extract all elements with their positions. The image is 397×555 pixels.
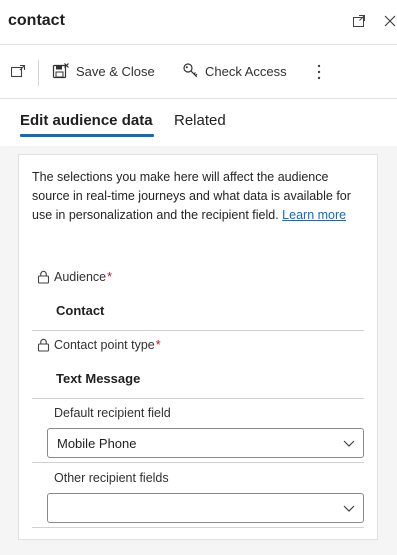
title-divider [0, 44, 397, 45]
tab-related[interactable]: Related [174, 112, 226, 129]
learn-more-link[interactable]: Learn more [282, 208, 346, 222]
toolbar-divider [0, 98, 397, 99]
other-recipients-label: Other recipient fields [54, 471, 169, 485]
tab-edit-audience-data[interactable]: Edit audience data [20, 112, 153, 129]
check-access-icon [183, 63, 198, 78]
default-recipient-select[interactable]: Mobile Phone [47, 428, 364, 458]
save-close-label: Save & Close [76, 63, 155, 79]
audience-label-text: Audience [54, 270, 107, 284]
tab-list: Edit audience data Related [0, 104, 397, 144]
audience-value: Contact [56, 303, 105, 318]
field-divider [32, 527, 364, 528]
description-text: The selections you make here will affect… [32, 168, 366, 225]
save-close-button[interactable]: Save & Close [52, 62, 155, 80]
contact-point-type-label: Contact point type * [37, 338, 161, 352]
required-mark: * [107, 270, 112, 284]
open-record-icon[interactable] [11, 64, 32, 78]
default-recipient-value: Mobile Phone [57, 436, 137, 451]
active-tab-indicator [20, 134, 154, 137]
default-recipient-label: Default recipient field [54, 406, 171, 420]
check-access-button[interactable]: Check Access [181, 62, 287, 80]
toolbar-separator [38, 60, 39, 86]
expand-icon[interactable] [352, 14, 368, 30]
title-bar: contact [0, 0, 397, 44]
audience-label: Audience * [37, 270, 112, 284]
field-divider [32, 462, 364, 463]
window-title: contact [8, 12, 65, 29]
lock-icon [37, 338, 50, 352]
required-mark: * [155, 338, 161, 352]
more-vertical-icon[interactable] [316, 63, 328, 81]
chevron-down-icon [343, 440, 355, 447]
chevron-down-icon [343, 505, 355, 512]
contact-point-type-label-text: Contact point type [54, 338, 155, 352]
contact-point-type-value: Text Message [56, 371, 141, 386]
lock-icon [37, 270, 50, 284]
save-close-icon [52, 63, 69, 79]
check-access-label: Check Access [205, 63, 287, 79]
other-recipients-select[interactable] [47, 493, 364, 523]
field-divider [32, 398, 364, 399]
field-divider [32, 330, 364, 331]
close-icon[interactable] [383, 14, 397, 30]
command-bar: Save & Close Check Access [0, 52, 397, 92]
